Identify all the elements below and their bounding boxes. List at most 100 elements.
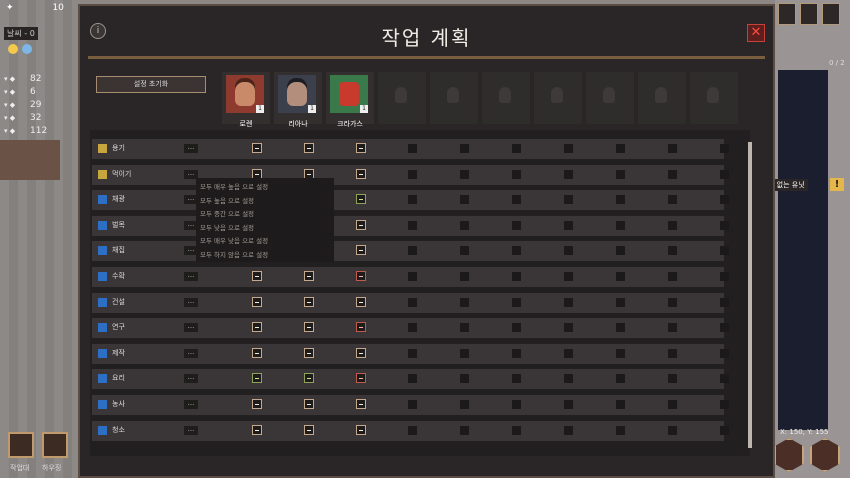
task-icon [98,323,107,332]
disabled-priority-slot [668,426,677,435]
row-options-button[interactable]: ... [184,298,198,307]
disabled-priority-slot [668,323,677,332]
task-icon [98,195,107,204]
menu-item[interactable]: 모두 중간 으로 설정 [200,208,254,218]
disabled-priority-slot [512,221,521,230]
disabled-priority-slot [564,349,573,358]
disabled-priority-slot [668,349,677,358]
disabled-priority-slot [564,272,573,281]
priority-toggle[interactable] [304,399,314,409]
priority-toggle[interactable] [252,348,262,358]
empty-silhouette-icon [499,87,511,103]
disabled-priority-slot [720,195,729,204]
book-icon[interactable] [800,3,818,25]
disabled-priority-slot [616,323,625,332]
disabled-priority-slot [512,374,521,383]
disabled-priority-slot [720,323,729,332]
priority-toggle[interactable] [356,194,366,204]
colonist-column-2[interactable]: 1 크라가스 [326,72,374,128]
colonist-column-0[interactable]: 1 로렌 [222,72,270,128]
colonist-badge: 1 [360,105,368,113]
disabled-priority-slot [616,246,625,255]
colonist-portrait[interactable]: 1 [278,75,316,113]
warning-icon[interactable]: ! [830,178,844,191]
priority-toggle[interactable] [252,399,262,409]
priority-toggle[interactable] [304,425,314,435]
priority-toggle[interactable] [304,271,314,281]
priority-toggle[interactable] [356,399,366,409]
priority-toggle[interactable] [252,143,262,153]
priority-toggle[interactable] [356,348,366,358]
row-options-button[interactable]: ... [184,349,198,358]
menu-item[interactable]: 모두 매우 높음 으로 설정 [200,181,268,191]
priority-toggle[interactable] [356,245,366,255]
priority-toggle[interactable] [356,425,366,435]
menu-item[interactable]: 모두 높음 으로 설정 [200,195,254,205]
colonist-column-1[interactable]: 1 리아나 [274,72,322,128]
disabled-priority-slot [668,144,677,153]
priority-toggle[interactable] [304,322,314,332]
priority-toggle[interactable] [356,169,366,179]
calendar-icon[interactable] [778,3,796,25]
empty-colonist-slot [638,72,686,124]
row-options-button[interactable]: ... [184,374,198,383]
priority-toggle[interactable] [356,143,366,153]
reset-settings-button[interactable]: 설정 초기화 [96,76,206,93]
task-icon [98,144,107,153]
colonist-portrait[interactable]: 1 [330,75,368,113]
priority-toggle[interactable] [252,322,262,332]
disabled-priority-slot [668,298,677,307]
menu-item[interactable]: 모두 하지 않음 으로 설정 [200,249,268,259]
log-icon[interactable] [822,3,840,25]
row-options-button[interactable]: ... [184,323,198,332]
priority-toggle[interactable] [252,425,262,435]
disabled-priority-slot [564,170,573,179]
plant-icon: ▾ ◆ [4,101,16,109]
row-options-button[interactable]: ... [184,400,198,409]
housing-button[interactable] [42,432,68,458]
colonist-portrait[interactable]: 1 [226,75,264,113]
task-icon [98,246,107,255]
priority-toggle[interactable] [356,322,366,332]
disabled-priority-slot [616,426,625,435]
priority-toggle[interactable] [252,297,262,307]
workbench-button[interactable] [8,432,34,458]
disabled-priority-slot [512,144,521,153]
resource-1: ▾ ◆ 6 [4,87,36,97]
priority-toggle[interactable] [252,271,262,281]
dirt-patch [0,140,60,180]
priority-toggle[interactable] [356,220,366,230]
disabled-priority-slot [460,374,469,383]
disabled-priority-slot [408,323,417,332]
empty-silhouette-icon [707,87,719,103]
priority-toggle[interactable] [356,271,366,281]
menu-item[interactable]: 모두 낮음 으로 설정 [200,222,254,232]
empty-colonist-slot [430,72,478,124]
task-label: 연구 [112,323,125,331]
row-options-button[interactable]: ... [184,144,198,153]
close-button[interactable]: ✕ [747,24,765,42]
colonist-badge: 1 [308,105,316,113]
disabled-priority-slot [720,170,729,179]
food-icon: ▾ ◆ [4,114,16,122]
scrollbar[interactable] [748,142,752,448]
priority-toggle[interactable] [356,297,366,307]
priority-toggle[interactable] [356,373,366,383]
world-ground-left [0,0,80,478]
disabled-priority-slot [564,298,573,307]
disabled-priority-slot [512,426,521,435]
priority-toggle[interactable] [304,143,314,153]
coordinate-readout: X: 150, Y: 155 [780,428,829,436]
empty-colonist-slot [690,72,738,124]
disabled-priority-slot [564,195,573,204]
row-options-button[interactable]: ... [184,426,198,435]
row-options-button[interactable]: ... [184,272,198,281]
title-divider [88,56,765,59]
priority-toggle[interactable] [304,348,314,358]
priority-toggle[interactable] [304,373,314,383]
priority-toggle[interactable] [252,373,262,383]
priority-toggle[interactable] [304,297,314,307]
menu-item[interactable]: 모두 매우 낮음 으로 설정 [200,235,268,245]
resource-value: 29 [30,100,42,110]
disabled-priority-slot [408,195,417,204]
